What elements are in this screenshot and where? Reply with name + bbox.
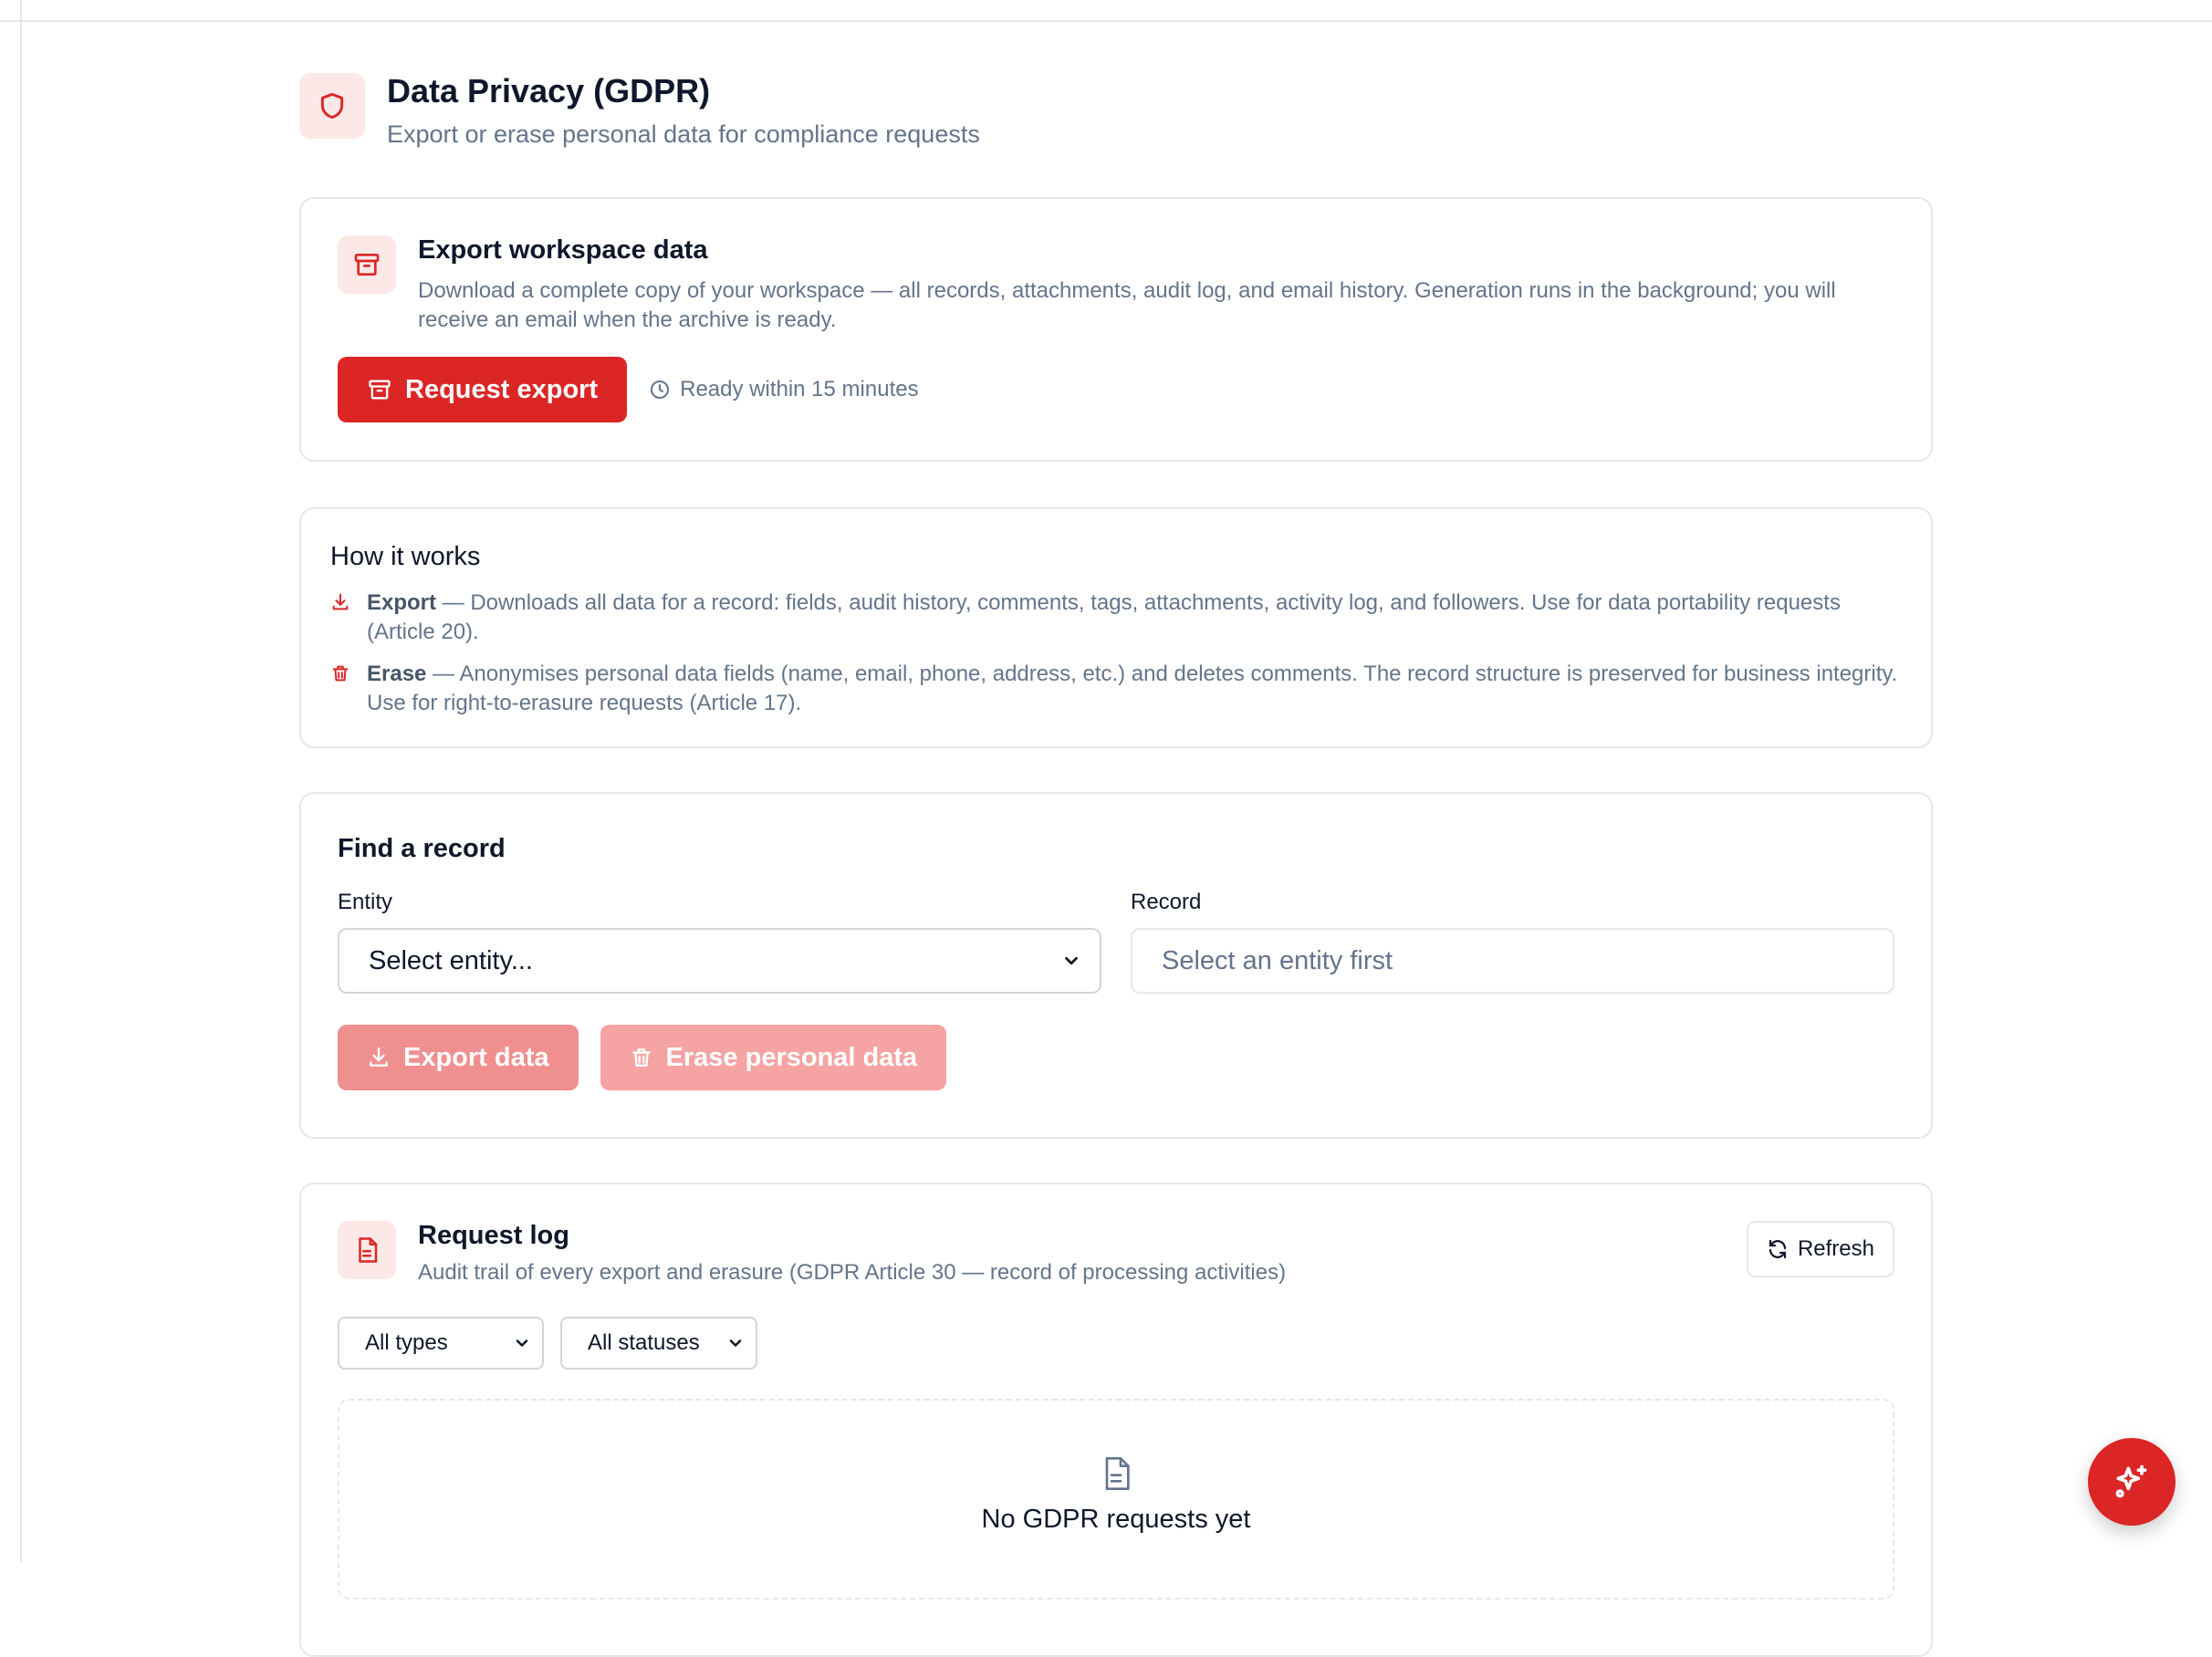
top-bar-divider [0, 0, 2212, 22]
trash-icon [631, 1048, 651, 1067]
archive-icon [369, 380, 391, 400]
request-log-title: Request log [418, 1221, 569, 1250]
status-filter-value: All statuses [588, 1330, 700, 1355]
status-filter-select[interactable]: All statuses [560, 1317, 757, 1370]
clock-icon [651, 380, 670, 399]
how-it-works-card: How it works Export — Downloads all data… [299, 507, 1933, 748]
how-item-export: Export — Downloads all data for a record… [330, 589, 1898, 647]
file-text-icon [1105, 1457, 1130, 1490]
entity-label: Entity [338, 890, 393, 914]
gdpr-page: Data Privacy (GDPR) Export or erase pers… [299, 73, 1935, 1657]
request-log-description: Audit trail of every export and erasure … [418, 1260, 1287, 1285]
entity-select-value: Select entity... [369, 945, 533, 975]
type-filter-value: All types [365, 1330, 448, 1355]
archive-icon [338, 235, 396, 294]
page-title: Data Privacy (GDPR) [387, 72, 711, 109]
refresh-label: Refresh [1797, 1236, 1874, 1261]
export-eta: Ready within 15 minutes [649, 377, 919, 402]
how-item-export-text: — Downloads all data for a record: field… [367, 590, 1841, 644]
type-filter-select[interactable]: All types [338, 1317, 544, 1370]
export-data-button[interactable]: Export data [338, 1025, 579, 1090]
how-item-erase: Erase — Anonymises personal data fields … [330, 660, 1898, 718]
find-record-title: Find a record [338, 834, 506, 863]
record-field: Record Select an entity first [1131, 890, 1894, 994]
download-icon [370, 1047, 388, 1067]
request-export-label: Request export [405, 374, 599, 404]
erase-personal-data-button[interactable]: Erase personal data [600, 1025, 947, 1090]
page-subtitle: Export or erase personal data for compli… [387, 120, 980, 148]
file-text-icon [338, 1221, 396, 1279]
page-header: Data Privacy (GDPR) Export or erase pers… [299, 73, 1935, 161]
refresh-icon [1769, 1239, 1787, 1259]
export-eta-text: Ready within 15 minutes [680, 377, 919, 401]
how-item-erase-term: Erase [367, 662, 427, 686]
erase-personal-data-label: Erase personal data [665, 1042, 918, 1072]
export-workspace-card: Export workspace data Download a complet… [299, 197, 1933, 462]
sparkles-icon [2115, 1464, 2147, 1498]
download-icon [330, 592, 352, 617]
record-input[interactable]: Select an entity first [1131, 928, 1894, 994]
request-export-button[interactable]: Request export [338, 357, 628, 422]
how-item-export-term: Export [367, 590, 437, 615]
entity-select[interactable]: Select entity... [338, 928, 1101, 994]
left-sidebar-edge [0, 0, 22, 1562]
entity-field: Entity Select entity... [338, 890, 1101, 994]
empty-state-title: No GDPR requests yet [981, 1505, 1251, 1534]
export-data-label: Export data [403, 1042, 549, 1072]
shield-icon [299, 73, 365, 139]
request-log-card: Request log Audit trail of every export … [299, 1183, 1933, 1657]
export-card-title: Export workspace data [418, 235, 708, 265]
trash-icon [330, 663, 352, 688]
how-item-erase-text: — Anonymises personal data fields (name,… [367, 662, 1898, 715]
empty-state: No GDPR requests yet [338, 1399, 1894, 1600]
how-it-works-title: How it works [330, 542, 481, 571]
record-input-placeholder: Select an entity first [1162, 945, 1393, 975]
find-record-card: Find a record Entity Select entity... Re… [299, 792, 1933, 1139]
export-card-description: Download a complete copy of your workspa… [418, 278, 1836, 332]
record-label: Record [1131, 890, 1202, 914]
chevron-down-icon [729, 1339, 742, 1347]
assistant-fab-button[interactable] [2088, 1438, 2175, 1526]
chevron-down-icon [1065, 956, 1078, 965]
chevron-down-icon [516, 1339, 528, 1347]
refresh-button[interactable]: Refresh [1746, 1221, 1894, 1277]
